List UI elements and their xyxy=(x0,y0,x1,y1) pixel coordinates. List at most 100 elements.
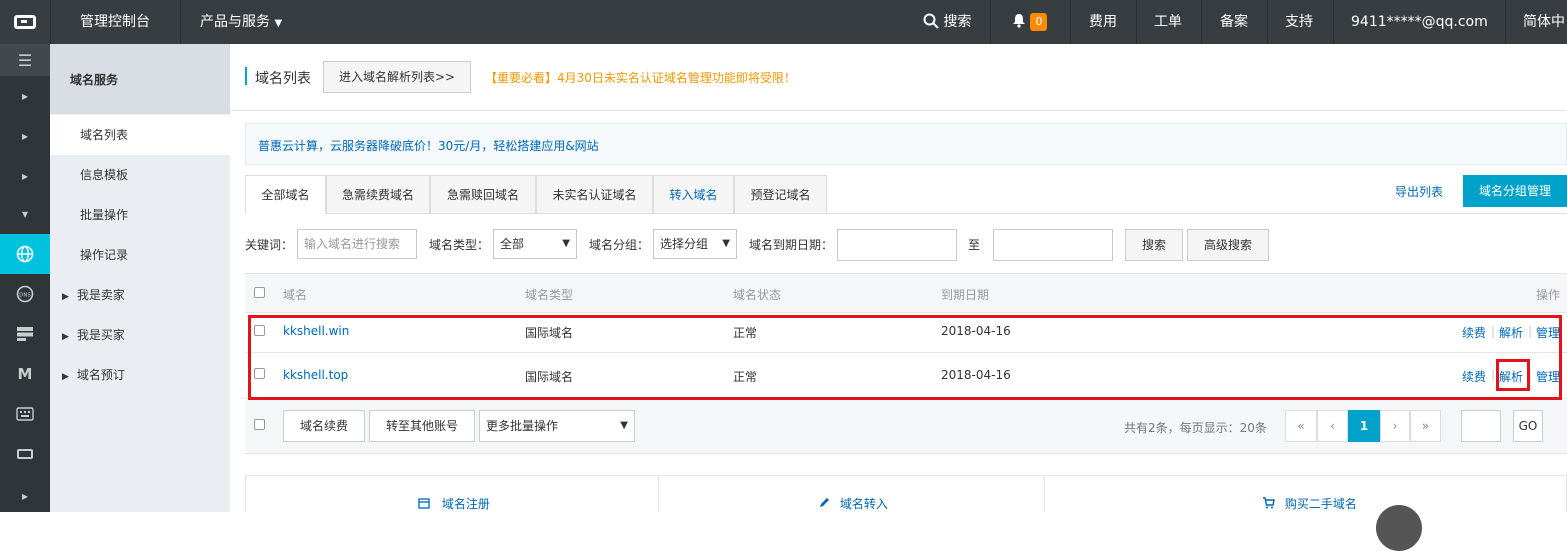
collapse-arrow-icon[interactable]: ▾ xyxy=(0,194,50,234)
rows-highlight-box xyxy=(248,315,1562,400)
table-header: 域名 域名类型 域名状态 到期日期 操作 xyxy=(245,273,1567,313)
expand-arrow-icon[interactable]: ▸ xyxy=(0,476,50,516)
caret-down-icon: ▼ xyxy=(562,238,570,249)
group-select[interactable]: 选择分组 ▼ xyxy=(653,229,737,259)
menu-toggle-icon[interactable]: ☰ xyxy=(0,44,50,76)
search-label: 搜索 xyxy=(943,14,972,30)
domain-transfer-link[interactable]: 域名转入 xyxy=(818,495,888,512)
next-page-button[interactable]: › xyxy=(1380,410,1410,442)
pencil-icon xyxy=(820,498,829,507)
keyword-label: 关键词： xyxy=(245,238,294,252)
sidebar-item-seller[interactable]: ▶ 我是卖家 xyxy=(50,275,230,315)
calendar-icon xyxy=(418,498,430,509)
sidebar-title: 域名服务 xyxy=(70,73,119,87)
date-range-separator: 至 xyxy=(968,238,981,252)
tab-all-domains[interactable]: 全部域名 xyxy=(245,175,326,214)
search-icon xyxy=(923,13,939,29)
expire-date-label: 域名到期日期： xyxy=(749,238,834,252)
top-navigation-bar: 管理控制台 产品与服务 ▼ 搜索 0 费用 工单 备案 支持 9411*****… xyxy=(0,0,1567,44)
caret-down-icon: ▼ xyxy=(274,18,283,29)
tabs-baseline xyxy=(245,213,1567,214)
expire-end-input[interactable] xyxy=(993,229,1113,261)
sidebar-header: 域名服务 xyxy=(50,44,230,114)
type-label: 域名类型： xyxy=(429,238,490,252)
search-filter-button[interactable]: 搜索 xyxy=(1125,229,1183,261)
caret-right-icon: ▶ xyxy=(62,292,69,302)
bulk-renew-button[interactable]: 域名续费 xyxy=(283,410,365,442)
page-1-button[interactable]: 1 xyxy=(1348,410,1380,442)
keyword-input[interactable]: 输入域名进行搜索 xyxy=(297,229,417,259)
last-page-button[interactable]: » xyxy=(1410,410,1441,442)
server-icon[interactable] xyxy=(0,314,50,354)
keyboard-icon[interactable] xyxy=(0,394,50,434)
notification-count-badge: 0 xyxy=(1030,13,1048,31)
column-header-domain: 域名 xyxy=(283,288,308,302)
dns-list-button[interactable]: 进入域名解析列表>> xyxy=(323,61,471,93)
expand-arrow-icon[interactable]: ▸ xyxy=(0,116,50,156)
page-title: 域名列表 xyxy=(255,71,311,87)
bulk-select-checkbox[interactable] xyxy=(254,419,265,430)
column-header-expire: 到期日期 xyxy=(941,288,990,302)
language-menu[interactable]: 简体中 xyxy=(1523,0,1565,44)
bell-icon xyxy=(1013,14,1025,28)
transfer-account-button[interactable]: 转至其他账号 xyxy=(369,410,475,442)
divider xyxy=(230,110,1567,111)
search-button[interactable]: 搜索 xyxy=(923,0,971,44)
tickets-link[interactable]: 工单 xyxy=(1154,0,1182,44)
expand-arrow-icon[interactable]: ▸ xyxy=(0,76,50,116)
caret-down-icon: ▼ xyxy=(620,420,628,431)
advanced-search-button[interactable]: 高级搜索 xyxy=(1187,229,1269,261)
console-link[interactable]: 管理控制台 xyxy=(80,0,150,44)
products-menu[interactable]: 产品与服务 ▼ xyxy=(200,0,282,44)
fees-link[interactable]: 费用 xyxy=(1089,0,1117,44)
icp-link[interactable]: 备案 xyxy=(1220,0,1248,44)
sidebar-item-batch[interactable]: 批量操作 xyxy=(50,195,230,235)
group-manage-button[interactable]: 域名分组管理 xyxy=(1463,175,1567,207)
dns-icon[interactable]: DNS xyxy=(0,274,50,314)
tab-transfer-in[interactable]: 转入域名 xyxy=(653,175,734,213)
products-label: 产品与服务 xyxy=(200,14,270,30)
expire-start-input[interactable] xyxy=(837,229,957,261)
page-number-input[interactable] xyxy=(1461,410,1501,442)
cart-icon xyxy=(1263,497,1275,509)
first-page-button[interactable]: « xyxy=(1285,410,1317,442)
dns-highlight-box xyxy=(1496,359,1530,391)
caret-down-icon: ▼ xyxy=(722,238,730,249)
tab-unverified[interactable]: 未实名认证域名 xyxy=(536,175,653,213)
tab-redeem-urgent[interactable]: 急需赎回域名 xyxy=(430,175,536,213)
title-accent-bar xyxy=(245,67,247,85)
globe-icon[interactable] xyxy=(0,234,50,274)
export-list-link[interactable]: 导出列表 xyxy=(1395,183,1443,200)
go-button[interactable]: GO xyxy=(1513,410,1543,442)
promo-link[interactable]: 普惠云计算，云服务器降破底价！30元/月，轻松搭建应用&网站 xyxy=(258,137,599,154)
sidebar-item-reserve[interactable]: ▶ 域名预订 xyxy=(50,355,230,395)
notice-text[interactable]: 【重要必看】4月30日未实名认证域名管理功能即将受限！ xyxy=(485,69,796,86)
divider xyxy=(1044,475,1045,512)
expand-arrow-icon[interactable]: ▸ xyxy=(0,156,50,196)
sidebar-item-templates[interactable]: 信息模板 xyxy=(50,155,230,195)
sidebar-item-logs[interactable]: 操作记录 xyxy=(50,235,230,275)
notification-button[interactable]: 0 xyxy=(1012,0,1048,44)
more-bulk-select[interactable]: 更多批量操作 ▼ xyxy=(479,410,635,442)
promo-banner: 普惠云计算，云服务器降破底价！30元/月，轻松搭建应用&网站 xyxy=(245,123,1567,165)
aliyun-logo-icon[interactable] xyxy=(0,0,51,44)
divider xyxy=(658,475,659,512)
prev-page-button[interactable]: ‹ xyxy=(1317,410,1348,442)
column-header-ops: 操作 xyxy=(1535,288,1560,302)
domain-register-link[interactable]: 域名注册 xyxy=(418,495,490,512)
support-link[interactable]: 支持 xyxy=(1285,0,1313,44)
sidebar-item-buyer[interactable]: ▶ 我是买家 xyxy=(50,315,230,355)
buy-used-domain-link[interactable]: 购买二手域名 xyxy=(1262,495,1357,512)
column-header-type: 域名类型 xyxy=(525,288,574,302)
caret-right-icon: ▶ xyxy=(62,332,69,342)
group-label: 域名分组： xyxy=(589,238,650,252)
tab-pre-registration[interactable]: 预登记域名 xyxy=(734,175,827,213)
m-product-icon[interactable]: M xyxy=(0,354,50,394)
type-select[interactable]: 全部 ▼ xyxy=(493,229,577,259)
select-all-checkbox[interactable] xyxy=(254,287,265,298)
account-menu[interactable]: 9411*****@qq.com xyxy=(1351,0,1488,44)
tab-renew-urgent[interactable]: 急需续费域名 xyxy=(326,175,430,213)
aliyun-logo-icon[interactable] xyxy=(0,434,50,474)
caret-right-icon: ▶ xyxy=(62,372,69,382)
sidebar-item-domain-list[interactable]: 域名列表 xyxy=(50,115,230,155)
